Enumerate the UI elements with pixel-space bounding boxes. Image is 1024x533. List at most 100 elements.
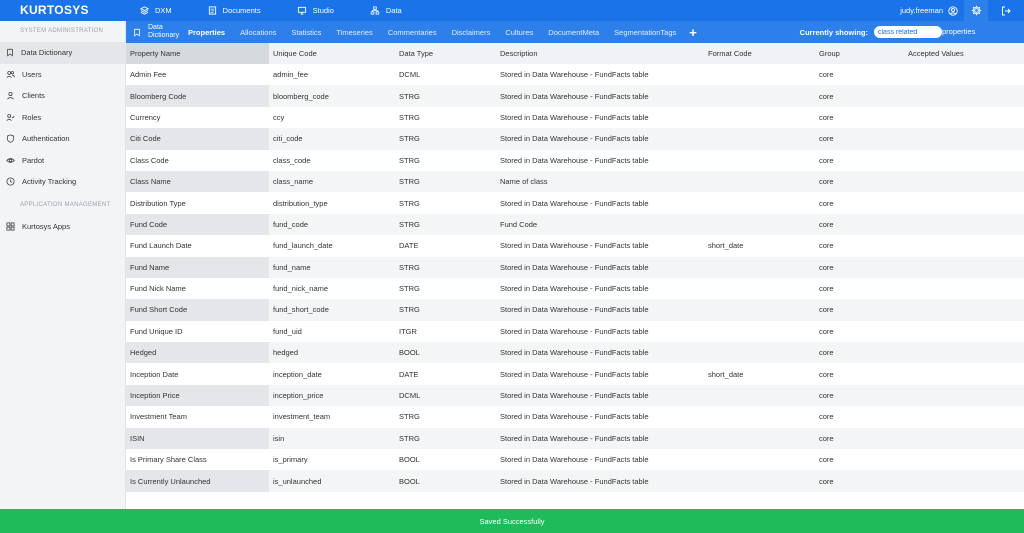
tab-disclaimers[interactable]: Disclaimers xyxy=(452,28,491,37)
cell-data-type: DCML xyxy=(395,384,496,407)
table-row[interactable]: Fund Short Code fund_short_code STRG Stored… xyxy=(126,299,1024,321)
section-dropdown[interactable]: Data Dictionary xyxy=(148,24,188,40)
cell-unique-code: inception_price xyxy=(269,384,395,407)
tab-properties[interactable]: Properties xyxy=(188,28,225,37)
table-row[interactable]: Class Code class_code STRG Stored in Data W… xyxy=(126,149,1024,171)
topnav-item-dxm[interactable]: DXM xyxy=(140,6,172,15)
sidebar-item-authentication[interactable]: Authentication xyxy=(0,128,125,150)
table-row[interactable]: ISIN isin STRG Stored in Data Warehouse - F… xyxy=(126,427,1024,450)
cell-group: core xyxy=(819,198,834,208)
tab-segmentationtags[interactable]: SegmentationTags xyxy=(614,28,676,37)
sidebar-item-kurtosys-apps[interactable]: Kurtosys Apps xyxy=(0,216,125,238)
table-row[interactable]: Admin Fee admin_fee DCML Stored in Data War… xyxy=(126,64,1024,86)
topnav-item-data[interactable]: Data xyxy=(370,6,402,15)
table-row[interactable]: Investment Team investment_team STRG Stored… xyxy=(126,406,1024,428)
sidebar: SYSTEM ADMINISTRATION Data Dictionary Us… xyxy=(0,21,126,509)
table-row[interactable]: Class Name class_name STRG Name of class cor… xyxy=(126,170,1024,193)
grid-icon xyxy=(6,222,15,231)
cell-property-name: Fund Name xyxy=(126,256,269,278)
sidebar-item-pardot[interactable]: Pardot xyxy=(0,150,125,172)
sidebar-item-data-dictionary[interactable]: Data Dictionary xyxy=(0,42,125,64)
tab-allocations[interactable]: Allocations xyxy=(240,28,276,37)
sidebar-item-users[interactable]: Users xyxy=(0,64,125,86)
table-row[interactable]: Inception Date inception_date DATE Stored i… xyxy=(126,363,1024,385)
sidebar-item-activity-tracking[interactable]: Activity Tracking xyxy=(0,171,125,193)
top-bar: KURTOSYS DXM Documents Studio Data judy.… xyxy=(0,0,1024,21)
sidebar-item-clients[interactable]: Clients xyxy=(0,85,125,107)
cell-format-code xyxy=(704,470,815,492)
logout-icon xyxy=(1002,6,1011,15)
tab-documentmeta[interactable]: DocumentMeta xyxy=(548,28,599,37)
table-row[interactable]: Citi Code citi_code STRG Stored in Data War… xyxy=(126,128,1024,150)
tab-commentaries[interactable]: Commentaries xyxy=(388,28,437,37)
column-header-property-name[interactable]: Property Name xyxy=(126,43,269,64)
table-row[interactable]: Fund Code fund_code STRG Fund Code core xyxy=(126,213,1024,236)
cell-description: Stored in Data Warehouse - FundFacts tab… xyxy=(500,198,649,208)
settings-button[interactable] xyxy=(964,0,988,21)
tab-cultures[interactable]: Cultures xyxy=(505,28,533,37)
table-row[interactable]: Fund Unique ID fund_uid ITGR Stored in Data… xyxy=(126,320,1024,343)
table-row[interactable]: Bloomberg Code bloomberg_code STRG Stored i… xyxy=(126,85,1024,107)
cell-group: core xyxy=(815,85,904,107)
topnav-item-studio[interactable]: Studio xyxy=(297,6,334,15)
column-header-description[interactable]: Description xyxy=(496,43,704,64)
cell-unique-code: citi_code xyxy=(269,128,395,150)
cell-accepted-values xyxy=(904,321,1024,342)
monitor-icon xyxy=(297,6,306,15)
table-row[interactable]: Currency ccy STRG Stored in Data Warehouse … xyxy=(126,106,1024,129)
cell-group: core xyxy=(815,470,904,492)
sidebar-item-label: Authentication xyxy=(22,134,70,144)
table-row[interactable]: Fund Launch Date fund_launch_date DATE Stor… xyxy=(126,235,1024,257)
cell-accepted-values xyxy=(904,406,1024,427)
cell-unique-code: investment_team xyxy=(273,412,331,422)
column-header-accepted-values[interactable]: Accepted Values xyxy=(904,43,1024,64)
cell-description: Stored in Data Warehouse - FundFacts tab… xyxy=(496,427,704,450)
cell-data-type: DATE xyxy=(399,369,419,379)
column-header-format-code[interactable]: Format Code xyxy=(704,43,815,64)
cell-group: core xyxy=(819,241,834,251)
cell-data-type: STRG xyxy=(395,256,496,278)
table-row[interactable]: Distribution Type distribution_type STRG St… xyxy=(126,192,1024,214)
cell-format-code xyxy=(704,256,815,278)
table-row[interactable]: Inception Price inception_price DCML Stored… xyxy=(126,384,1024,407)
cell-description: Stored in Data Warehouse - FundFacts tab… xyxy=(500,326,649,336)
cell-description: Stored in Data Warehouse - FundFacts tab… xyxy=(500,112,649,122)
logout-button[interactable] xyxy=(996,0,1016,21)
table-row[interactable]: Is Currently Unlaunched is_unlaunched BOOL… xyxy=(126,470,1024,492)
column-header-data-type[interactable]: Data Type xyxy=(395,43,496,64)
add-tab-button[interactable]: + xyxy=(689,25,697,40)
kurtosys-logo[interactable]: KURTOSYS xyxy=(20,3,89,17)
column-header-group[interactable]: Group xyxy=(815,43,904,64)
sidebar-item-roles[interactable]: Roles xyxy=(0,107,125,129)
sidebar-item-label: Data Dictionary xyxy=(21,48,73,58)
users-icon xyxy=(6,70,15,78)
table-row[interactable]: Hedged hedged BOOL Stored in Data Warehouse… xyxy=(126,342,1024,364)
cell-description: Stored in Data Warehouse - FundFacts tab… xyxy=(500,284,649,294)
showing-filter-input[interactable] xyxy=(874,26,942,38)
table-row[interactable]: Fund Nick Name fund_nick_name STRG Stored i… xyxy=(126,277,1024,300)
success-toast: Saved Successfully xyxy=(0,509,1024,533)
cell-group: core xyxy=(815,128,904,150)
tab-timeseries[interactable]: Timeseries xyxy=(336,28,372,37)
cell-accepted-values xyxy=(904,278,1024,299)
cell-property-name: Is Currently Unlaunched xyxy=(126,470,269,492)
cell-format-code xyxy=(704,192,815,213)
cell-data-type: STRG xyxy=(399,284,420,294)
cell-group: core xyxy=(815,299,904,321)
cell-group: core xyxy=(819,284,834,294)
cell-description: Stored in Data Warehouse - FundFacts tab… xyxy=(500,70,649,80)
cell-format-code xyxy=(704,278,815,299)
topnav-item-documents[interactable]: Documents xyxy=(208,6,261,15)
cell-data-type: STRG xyxy=(399,412,420,422)
table-row[interactable]: Fund Name fund_name STRG Stored in Data War… xyxy=(126,256,1024,278)
cell-group: core xyxy=(815,427,904,450)
table-header-row: Property Name Unique Code Data Type Desc… xyxy=(126,43,1024,64)
table-row[interactable]: Is Primary Share Class is_primary BOOL Stor… xyxy=(126,449,1024,471)
tab-statistics[interactable]: Statistics xyxy=(291,28,321,37)
roles-icon xyxy=(6,113,15,121)
column-header-unique-code[interactable]: Unique Code xyxy=(269,43,395,64)
cell-accepted-values xyxy=(904,256,1024,278)
topnav-label: DXM xyxy=(155,6,172,15)
cell-property-name: Class Name xyxy=(126,170,269,193)
user-menu[interactable]: judy.freeman xyxy=(900,0,958,21)
